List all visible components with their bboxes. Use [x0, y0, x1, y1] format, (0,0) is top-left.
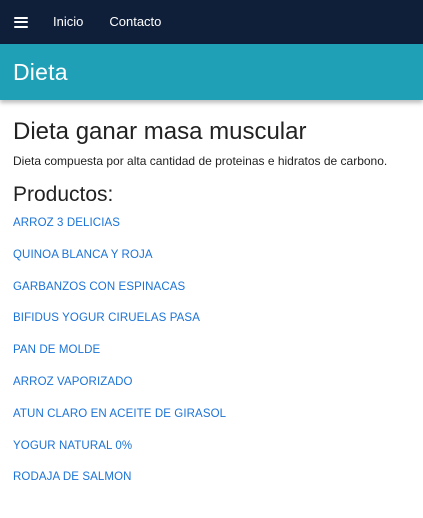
product-link[interactable]: ATUN CLARO EN ACEITE DE GIRASOL — [13, 408, 226, 420]
main-content: Dieta ganar masa muscular Dieta compuest… — [0, 100, 423, 500]
product-link[interactable]: BIFIDUS YOGUR CIRUELAS PASA — [13, 312, 200, 324]
product-link[interactable]: PAN DE MOLDE — [13, 344, 100, 356]
product-list: ARROZ 3 DELICIAS QUINOA BLANCA Y ROJA GA… — [13, 214, 410, 500]
product-link[interactable]: ARROZ 3 DELICIAS — [13, 217, 120, 229]
product-link[interactable]: QUINOA BLANCA Y ROJA — [13, 249, 153, 261]
list-item: YOGUR NATURAL 0% — [13, 437, 410, 469]
top-navbar: Inicio Contacto — [0, 0, 423, 44]
products-heading: Productos: — [13, 183, 114, 206]
list-item: QUINOA BLANCA Y ROJA — [13, 246, 410, 278]
product-link[interactable]: GARBANZOS CON ESPINACAS — [13, 281, 185, 293]
list-item: ATUN CLARO EN ACEITE DE GIRASOL — [13, 405, 410, 437]
list-item: RODAJA DE SALMON — [13, 468, 410, 500]
nav-link-inicio[interactable]: Inicio — [53, 0, 83, 44]
banner-title: Dieta — [13, 58, 68, 85]
list-item: BIFIDUS YOGUR CIRUELAS PASA — [13, 309, 410, 341]
nav-link-contacto[interactable]: Contacto — [109, 0, 161, 44]
page-banner: Dieta — [0, 44, 423, 100]
product-link[interactable]: YOGUR NATURAL 0% — [13, 440, 132, 452]
list-item: ARROZ VAPORIZADO — [13, 373, 410, 405]
diet-title: Dieta ganar masa muscular — [13, 118, 307, 145]
hamburger-menu-icon[interactable] — [14, 16, 28, 28]
product-link[interactable]: RODAJA DE SALMON — [13, 471, 132, 483]
list-item: ARROZ 3 DELICIAS — [13, 214, 410, 246]
list-item: GARBANZOS CON ESPINACAS — [13, 278, 410, 310]
list-item: PAN DE MOLDE — [13, 341, 410, 373]
product-link[interactable]: ARROZ VAPORIZADO — [13, 376, 133, 388]
diet-description: Dieta compuesta por alta cantidad de pro… — [13, 154, 388, 168]
